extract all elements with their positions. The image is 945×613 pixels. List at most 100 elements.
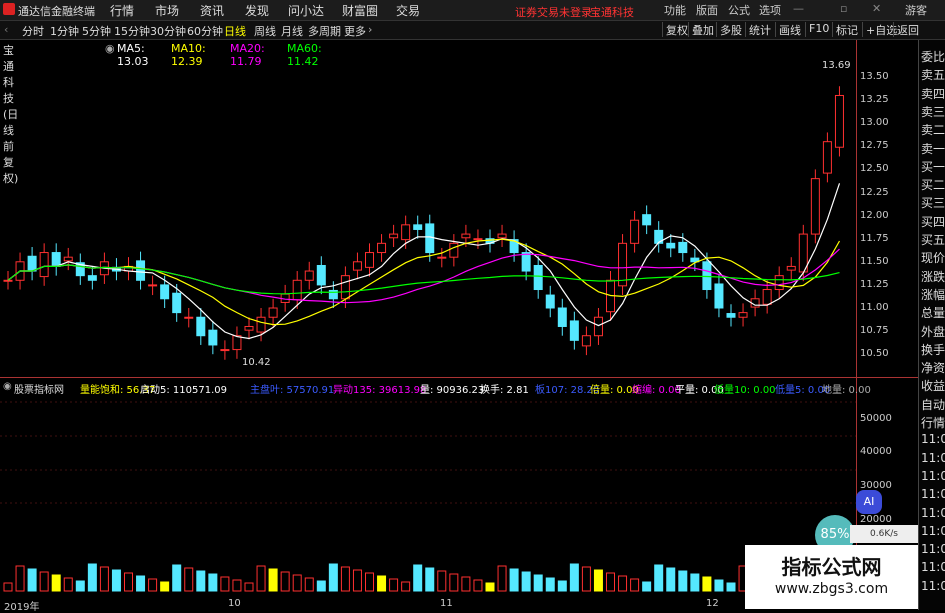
price-tick-label: 12.50 [860, 163, 889, 175]
price-tick-label: 12.00 [860, 209, 889, 221]
sidebar-item[interactable]: 卖三 [921, 103, 945, 120]
sidebar-item[interactable]: 11:0 [921, 432, 945, 446]
sidebar-item[interactable]: 买四 [921, 213, 945, 230]
indicator-name[interactable]: 股票指标网 [14, 381, 64, 396]
volume-bar [220, 576, 230, 592]
candle-body [593, 316, 603, 337]
sidebar-item[interactable]: 买一 [921, 158, 945, 175]
sidebar-item[interactable]: 买二 [921, 176, 945, 193]
volume-bar [497, 565, 507, 592]
volume-bar [328, 563, 338, 592]
candle-body [666, 242, 676, 249]
volume-bar [618, 575, 628, 592]
volume-bar [124, 572, 133, 592]
price-tick-label: 13.00 [860, 117, 889, 129]
candle-body [244, 325, 254, 331]
sidebar-item[interactable]: 卖四 [921, 85, 945, 102]
volume-bar [196, 570, 206, 592]
sidebar-item[interactable]: 卖一 [921, 140, 945, 157]
candle-body [533, 264, 543, 291]
candle-body [256, 316, 266, 333]
indicator-settings-icon[interactable]: ◉ [3, 381, 12, 392]
candle-body [51, 252, 61, 267]
sidebar-item[interactable]: 卖五 [921, 66, 945, 83]
sidebar-item[interactable]: 11:0 [921, 542, 945, 556]
candle-body [365, 252, 374, 268]
volume-bar [485, 582, 495, 592]
candle-body [304, 270, 314, 281]
sidebar-item[interactable]: 收益 [921, 377, 945, 394]
candle-body [39, 252, 49, 278]
volume-bar [136, 575, 146, 592]
volume-bar [292, 574, 302, 592]
volume-bar [75, 580, 85, 592]
sidebar-item[interactable]: 涨幅 [921, 286, 945, 303]
volume-bar [111, 569, 121, 592]
price-tick-label: 10.75 [860, 325, 889, 337]
candle-body [184, 316, 194, 319]
sidebar-item[interactable]: 11:0 [921, 487, 945, 501]
candle-body [160, 284, 170, 300]
sidebar-item[interactable]: 11:0 [921, 560, 945, 574]
sidebar-item[interactable]: 自动 [921, 396, 945, 413]
volume-bar [581, 566, 591, 592]
volume-bar [569, 563, 579, 592]
volume-bar [3, 582, 13, 592]
candle-body [220, 349, 230, 352]
sidebar-item[interactable]: 总量 [921, 304, 945, 321]
sidebar-item[interactable]: 行情 [921, 414, 945, 431]
candle-body [208, 329, 218, 346]
sidebar-item[interactable]: 11:0 [921, 506, 945, 520]
volume-tick-label: 20000 [860, 514, 892, 525]
sidebar-item[interactable]: 外盘 [921, 323, 945, 340]
volume-bar [690, 573, 700, 592]
sidebar-item[interactable]: 委比 [921, 48, 945, 65]
kline-chart[interactable] [0, 0, 918, 609]
sidebar-item[interactable]: 净资 [921, 359, 945, 376]
sidebar-item[interactable]: 买五 [921, 231, 945, 248]
low-price-label: 10.42 [242, 357, 271, 368]
volume-bar [184, 567, 194, 592]
volume-bar [461, 576, 471, 592]
quote-sidebar: 委比 卖五卖四 卖三 卖二卖一 买一 买二 买三买四 买五 现价涨跌 涨幅 总量外盘 换手 净资 收益自动… [918, 40, 945, 610]
candle-body [232, 335, 242, 351]
sidebar-item[interactable]: 现价 [921, 249, 945, 266]
volume-bar [51, 574, 61, 592]
volume-bar [365, 572, 374, 592]
price-tick-label: 12.75 [860, 140, 889, 152]
candle-body [786, 265, 796, 271]
sidebar-item[interactable]: 换手 [921, 341, 945, 358]
volume-bar [509, 568, 519, 592]
indicator-item: 缩编: 0.00 [632, 385, 681, 396]
x-label-oct: 10 [228, 598, 241, 609]
volume-bar [87, 563, 97, 592]
volume-bar [533, 574, 543, 592]
sidebar-item[interactable]: 11:0 [921, 451, 945, 465]
x-label-2019: 2019年 [4, 602, 40, 613]
candle-body [148, 284, 158, 287]
ai-assistant-button[interactable]: AI [856, 490, 882, 514]
volume-bar [425, 567, 435, 592]
volume-bar [160, 581, 170, 592]
high-price-label: 13.69 [822, 60, 851, 71]
volume-bar [148, 578, 158, 592]
price-axis-divider [856, 40, 857, 600]
volume-bar [340, 566, 350, 592]
sidebar-item[interactable]: 买三 [921, 194, 945, 211]
candle-body [340, 275, 350, 300]
indicator-item: 量: 90936.23 [420, 385, 485, 396]
volume-bar [268, 568, 278, 592]
sidebar-item[interactable]: 涨跌 [921, 268, 945, 285]
sidebar-item[interactable]: 卖二 [921, 121, 945, 138]
volume-bar [606, 572, 615, 592]
volume-bar [99, 566, 109, 592]
sidebar-item[interactable]: 11:0 [921, 579, 945, 593]
price-tick-label: 13.25 [860, 94, 889, 106]
indicator-item: 换手: 2.81 [480, 385, 529, 396]
sidebar-item[interactable]: 11:0 [921, 469, 945, 483]
candle-body [413, 224, 423, 230]
indicator-item: 主盘叶: 57570.91 [250, 385, 335, 396]
sidebar-item[interactable]: 11:0 [921, 524, 945, 538]
candle-body [473, 238, 483, 241]
candle-body [834, 94, 844, 148]
